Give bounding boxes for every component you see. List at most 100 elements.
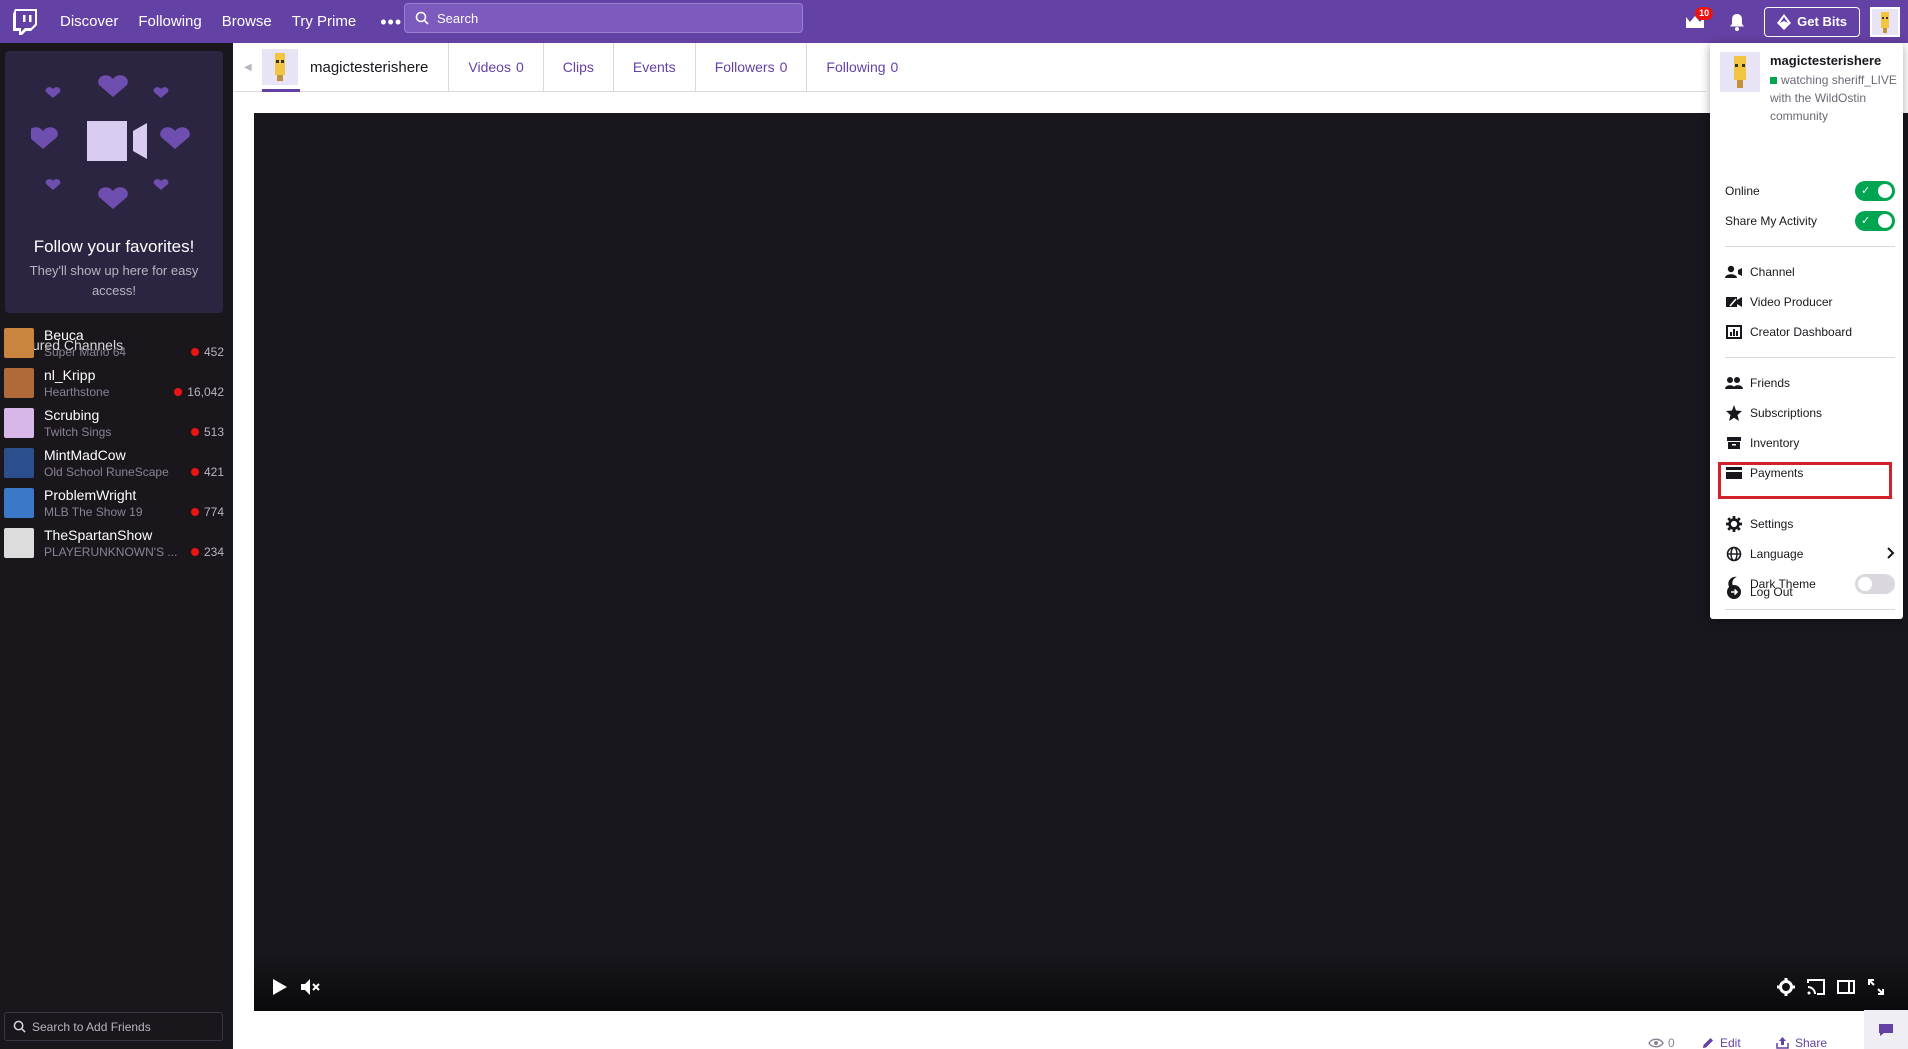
tab-followers[interactable]: Followers 0 — [696, 42, 808, 92]
friend-search-input[interactable] — [32, 1019, 212, 1034]
check-icon: ✓ — [1861, 215, 1871, 227]
more-menu-icon[interactable]: ••• — [380, 13, 402, 31]
bell-icon — [1730, 13, 1745, 31]
notification-count-badge: 10 — [1695, 6, 1714, 20]
channel-owner-tab[interactable]: magictesterishere — [258, 42, 450, 92]
play-icon[interactable] — [268, 975, 292, 999]
share-activity-toggle-row: Share My Activity ✓ — [1725, 209, 1895, 233]
featured-channel-row[interactable]: Beuca Super Mario 64 452 — [4, 326, 224, 362]
share-button[interactable]: Share — [1776, 1036, 1827, 1049]
featured-channel-row[interactable]: ProblemWright MLB The Show 19 774 — [4, 486, 224, 522]
edit-label: Edit — [1720, 1036, 1741, 1049]
mute-icon[interactable] — [298, 975, 322, 999]
chat-bubble-icon — [1879, 1023, 1893, 1036]
share-activity-label: Share My Activity — [1725, 214, 1818, 228]
tab-following[interactable]: Following 0 — [807, 43, 917, 92]
channel-name: TheSpartanShow — [44, 527, 153, 543]
featured-channel-row[interactable]: MintMadCow Old School RuneScape 421 — [4, 446, 224, 482]
menu-item-channel[interactable]: Channel — [1725, 260, 1895, 284]
online-toggle-row: Online ✓ — [1725, 179, 1895, 203]
language-label: Language — [1750, 547, 1804, 561]
viewer-count: 513 — [203, 425, 224, 439]
menu-item-creator-dashboard[interactable]: Creator Dashboard — [1725, 320, 1895, 344]
share-icon — [1776, 1037, 1789, 1049]
notifications-button[interactable] — [1722, 7, 1752, 37]
tab-clips[interactable]: Clips — [544, 42, 614, 92]
menu-item-label: Video Producer — [1750, 295, 1833, 309]
video-producer-icon — [1725, 293, 1743, 311]
channel-viewers: 513 — [190, 425, 224, 439]
menu-item-language[interactable]: Language — [1725, 542, 1895, 566]
player-controls — [254, 951, 1908, 1011]
menu-item-label: Subscriptions — [1750, 406, 1823, 420]
nav-discover[interactable]: Discover — [60, 13, 118, 30]
nav-browse[interactable]: Browse — [222, 13, 272, 30]
featured-channel-row[interactable]: Scrubing Twitch Sings 513 — [4, 406, 224, 442]
channel-avatar — [4, 368, 34, 398]
search-icon — [415, 11, 429, 25]
menu-item-friends[interactable]: Friends — [1725, 371, 1895, 395]
collapse-arrow-icon[interactable]: ◀ — [244, 62, 258, 73]
channel-name: Beuca — [44, 327, 84, 343]
tab-label: Events — [632, 59, 676, 75]
search-bar[interactable] — [404, 3, 803, 33]
star-icon — [1725, 404, 1743, 422]
fullscreen-icon[interactable] — [1864, 975, 1888, 999]
edit-button[interactable]: Edit — [1702, 1036, 1741, 1049]
follow-favorites-card: Follow your favorites! They'll show up h… — [5, 51, 223, 313]
prime-loot-button[interactable]: 10 — [1680, 6, 1714, 37]
online-label: Online — [1725, 184, 1760, 198]
channel-username: magictesterishere — [310, 58, 429, 76]
menu-item-label: Creator Dashboard — [1750, 325, 1853, 339]
menu-item-label: Inventory — [1750, 436, 1800, 450]
channel-game: Twitch Sings — [44, 425, 112, 439]
pencil-icon — [1703, 1038, 1713, 1048]
online-toggle[interactable]: ✓ — [1855, 181, 1895, 201]
featured-channel-row[interactable]: nl_Kripp Hearthstone 16,042 — [4, 366, 224, 402]
nav-right-group: 10 Get Bits — [1680, 0, 1908, 43]
menu-item-inventory[interactable]: Inventory — [1725, 431, 1895, 455]
featured-channel-row[interactable]: TheSpartanShow PLAYERUNKNOWN'S ... 234 — [4, 526, 224, 562]
user-avatar-button[interactable] — [1870, 6, 1900, 37]
tab-count: 0 — [515, 59, 524, 75]
live-indicator-icon — [190, 428, 199, 436]
share-activity-toggle[interactable]: ✓ — [1855, 211, 1895, 231]
nav-following[interactable]: Following — [138, 13, 201, 30]
channel-game: MLB The Show 19 — [44, 505, 143, 519]
get-bits-button[interactable]: Get Bits — [1764, 6, 1860, 37]
follow-hearts-illustration-icon — [31, 75, 190, 209]
menu-divider — [1725, 246, 1895, 247]
follow-subtitle: They'll show up here for easy access! — [29, 263, 199, 298]
video-player[interactable] — [254, 113, 1908, 1011]
channel-avatar — [4, 528, 34, 558]
twitch-logo-icon[interactable] — [6, 7, 44, 37]
menu-item-payments[interactable]: Payments — [1725, 461, 1895, 485]
channel-game: Super Mario 64 — [44, 345, 127, 359]
tab-videos[interactable]: Videos 0 — [449, 42, 544, 92]
chat-toggle-button[interactable] — [1864, 1010, 1908, 1049]
get-bits-label: Get Bits — [1797, 14, 1847, 29]
tab-count: 0 — [779, 59, 788, 75]
live-indicator-icon — [190, 468, 199, 476]
search-icon — [13, 1020, 26, 1033]
channel-avatar — [262, 49, 298, 85]
viewer-count: 16,042 — [187, 385, 224, 399]
channel-name: nl_Kripp — [44, 367, 96, 383]
toggle-knob — [1878, 184, 1892, 198]
menu-item-subscriptions[interactable]: Subscriptions — [1725, 401, 1895, 425]
menu-item-video-producer[interactable]: Video Producer — [1725, 290, 1895, 314]
menu-user-avatar — [1720, 52, 1760, 92]
theatre-mode-icon[interactable] — [1834, 975, 1858, 999]
friend-search-box[interactable] — [4, 1012, 223, 1041]
channel-viewers: 16,042 — [174, 385, 224, 399]
channel-avatar — [4, 408, 34, 438]
menu-item-settings[interactable]: Settings — [1725, 512, 1895, 536]
settings-gear-icon[interactable] — [1774, 975, 1798, 999]
cast-icon[interactable] — [1804, 975, 1828, 999]
tab-events[interactable]: Events — [614, 42, 696, 92]
search-input[interactable] — [437, 10, 777, 26]
channel-game: Hearthstone — [44, 385, 110, 399]
menu-username: magictesterishere — [1770, 53, 1882, 68]
menu-item-log-out[interactable]: Log Out — [1725, 580, 1895, 604]
nav-try-prime[interactable]: Try Prime — [292, 13, 356, 30]
